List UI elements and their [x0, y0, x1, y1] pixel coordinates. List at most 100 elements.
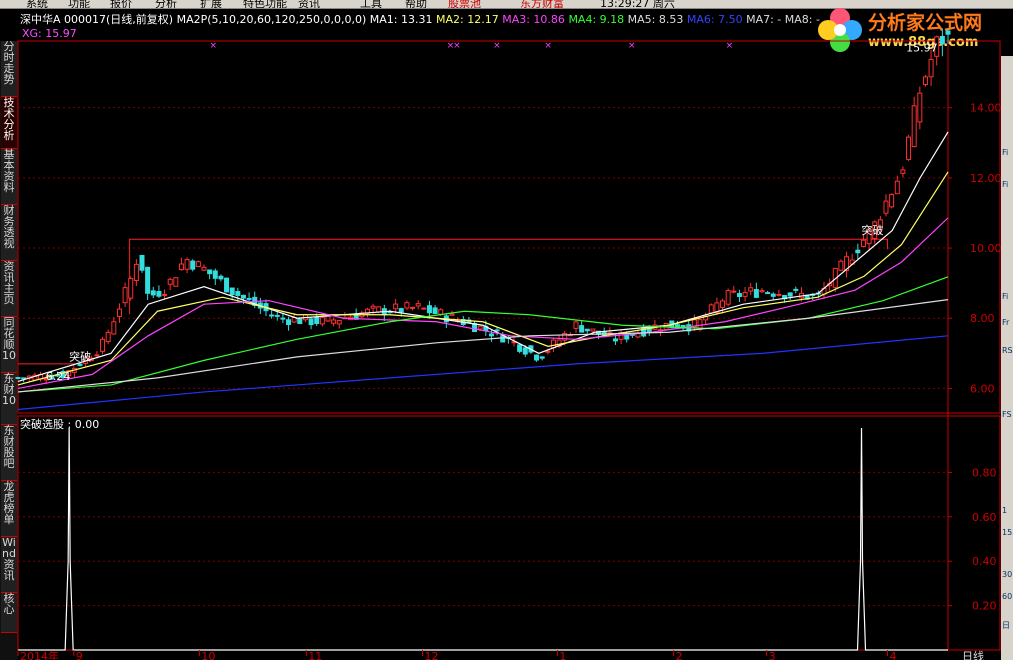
xg-signal-mark: × [210, 41, 218, 51]
candle-body [314, 316, 320, 325]
candle-body [122, 287, 128, 304]
candle-body [325, 315, 331, 322]
candle-body [776, 293, 782, 296]
y-tick-label: 10.00 [970, 242, 1002, 255]
xg-signal-mark: × [628, 41, 636, 51]
main-panel-frame [17, 40, 1001, 414]
candle-body [178, 263, 184, 271]
candle-body [449, 313, 455, 316]
candle-body [224, 277, 230, 293]
candle-body [900, 169, 906, 174]
candle-body [838, 260, 844, 271]
xg-signal-mark: × [493, 41, 501, 51]
y-tick-label: 0.80 [972, 466, 997, 479]
candle-body [759, 290, 765, 293]
candle-body [612, 338, 618, 342]
candle-body [415, 303, 421, 307]
candle-body [133, 263, 139, 281]
breakout-signal-line [18, 427, 948, 651]
candle-body [212, 270, 218, 279]
candle-body [928, 58, 934, 78]
candle-body [911, 105, 917, 148]
candle-body [860, 239, 866, 247]
y-tick-label: 8.00 [970, 312, 995, 325]
candle-body [308, 318, 314, 326]
candle-body [145, 266, 151, 294]
chart-annotation: 突破 [862, 223, 884, 237]
candle-body [319, 317, 325, 325]
candle-body [545, 350, 551, 353]
candle-body [94, 354, 100, 357]
candle-body [331, 319, 337, 324]
candle-body [240, 294, 246, 299]
candle-body [184, 259, 190, 270]
candle-body [917, 92, 923, 123]
candle-body [139, 254, 145, 271]
candle-body [280, 317, 286, 320]
candle-body [105, 331, 111, 343]
candle-body [162, 293, 168, 296]
x-tick-label: 1 [559, 650, 566, 660]
moving-average-ma1 [17, 131, 949, 382]
candle-body [725, 290, 731, 305]
candle-body [590, 328, 596, 332]
candle-body [173, 277, 179, 287]
sub-panel-frame [17, 415, 1001, 651]
chart-annotation: 突破 [69, 349, 91, 363]
candle-body [286, 319, 292, 326]
candle-body [190, 260, 196, 270]
candle-body [246, 297, 252, 301]
candle-body [128, 278, 134, 299]
candle-body [100, 338, 106, 352]
period-label[interactable]: 日线 [962, 649, 984, 660]
candle-body [229, 287, 235, 296]
candle-body [939, 35, 945, 45]
sub-indicator-title: 突破选股 : 0.00 [20, 417, 99, 431]
candle-body [584, 328, 590, 332]
candle-body [218, 275, 224, 280]
candle-body [787, 292, 793, 297]
chart-annotation: 15.97 [906, 42, 938, 55]
candle-body [894, 180, 900, 195]
candle-body [77, 363, 83, 366]
x-tick-label: 3 [769, 650, 776, 660]
candle-body [167, 278, 173, 285]
candle-body [438, 309, 444, 315]
candle-body [573, 321, 579, 329]
candle-body [500, 335, 506, 343]
candle-body [404, 302, 410, 309]
candle-body [201, 266, 207, 271]
candle-body [731, 290, 737, 293]
candle-body [477, 325, 483, 330]
candle-body [517, 344, 523, 352]
candle-body [539, 356, 545, 359]
candle-body [534, 354, 540, 361]
y-tick-label: 0.20 [972, 600, 997, 613]
candle-body [393, 303, 399, 310]
candle-body [883, 200, 889, 214]
candle-body [336, 320, 342, 325]
candle-body [274, 314, 280, 317]
candle-body [235, 291, 241, 296]
x-tick-label: 2 [676, 650, 683, 660]
moving-average-ma5 [17, 299, 949, 393]
x-tick-label: 9 [76, 650, 83, 660]
candle-body [708, 304, 714, 314]
candle-body [793, 288, 799, 291]
candle-body [579, 325, 585, 333]
chart-canvas: 14.00 12.00 10.00 8.00 6.00 0.80 0.60 0.40 0.20 ×… [15, 28, 1002, 660]
candle-body [720, 300, 726, 308]
candle-body [522, 347, 528, 355]
x-tick-label: 4 [890, 650, 897, 660]
xg-signal-mark: × [544, 41, 552, 51]
candle-body [421, 307, 427, 310]
xg-signal-mark: × [453, 41, 461, 51]
candle-body [855, 249, 861, 254]
candle-body [889, 193, 895, 208]
candle-body [736, 293, 742, 297]
candle-body [945, 30, 951, 35]
candle-body [156, 290, 162, 297]
xg-signal-mark: × [726, 41, 734, 51]
y-tick-label: 14.00 [970, 102, 1002, 115]
candle-body [150, 290, 156, 296]
